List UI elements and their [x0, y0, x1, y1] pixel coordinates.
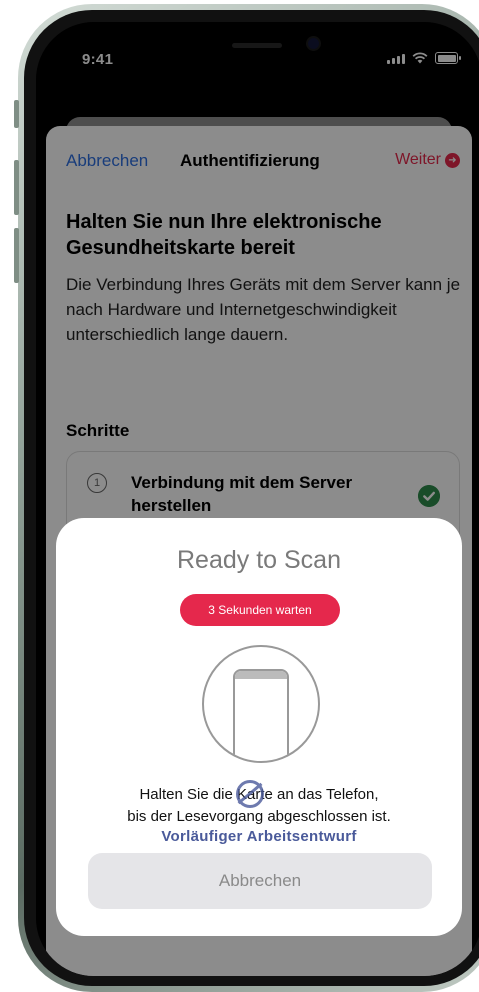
volume-up-button [14, 160, 19, 215]
phone-outline [233, 669, 289, 761]
scan-cancel-button[interactable]: Abbrechen [88, 853, 432, 909]
wait-badge: 3 Sekunden warten [180, 594, 340, 626]
volume-down-button [14, 228, 19, 283]
mute-switch [14, 100, 19, 128]
phone-icon [202, 645, 320, 763]
scan-title: Ready to Scan [177, 546, 341, 574]
draft-stamp-icon [236, 780, 264, 808]
phone-screen: 9:41 Abbrechen Authentifizierung Weiter … [36, 22, 479, 976]
draft-watermark: Vorläufiger Arbeitsentwurf [161, 828, 357, 845]
nfc-scan-sheet: Ready to Scan 3 Sekunden warten Halten S… [56, 518, 462, 936]
instruction-line-2: bis der Lesevorgang abgeschlossen ist. [127, 808, 391, 825]
